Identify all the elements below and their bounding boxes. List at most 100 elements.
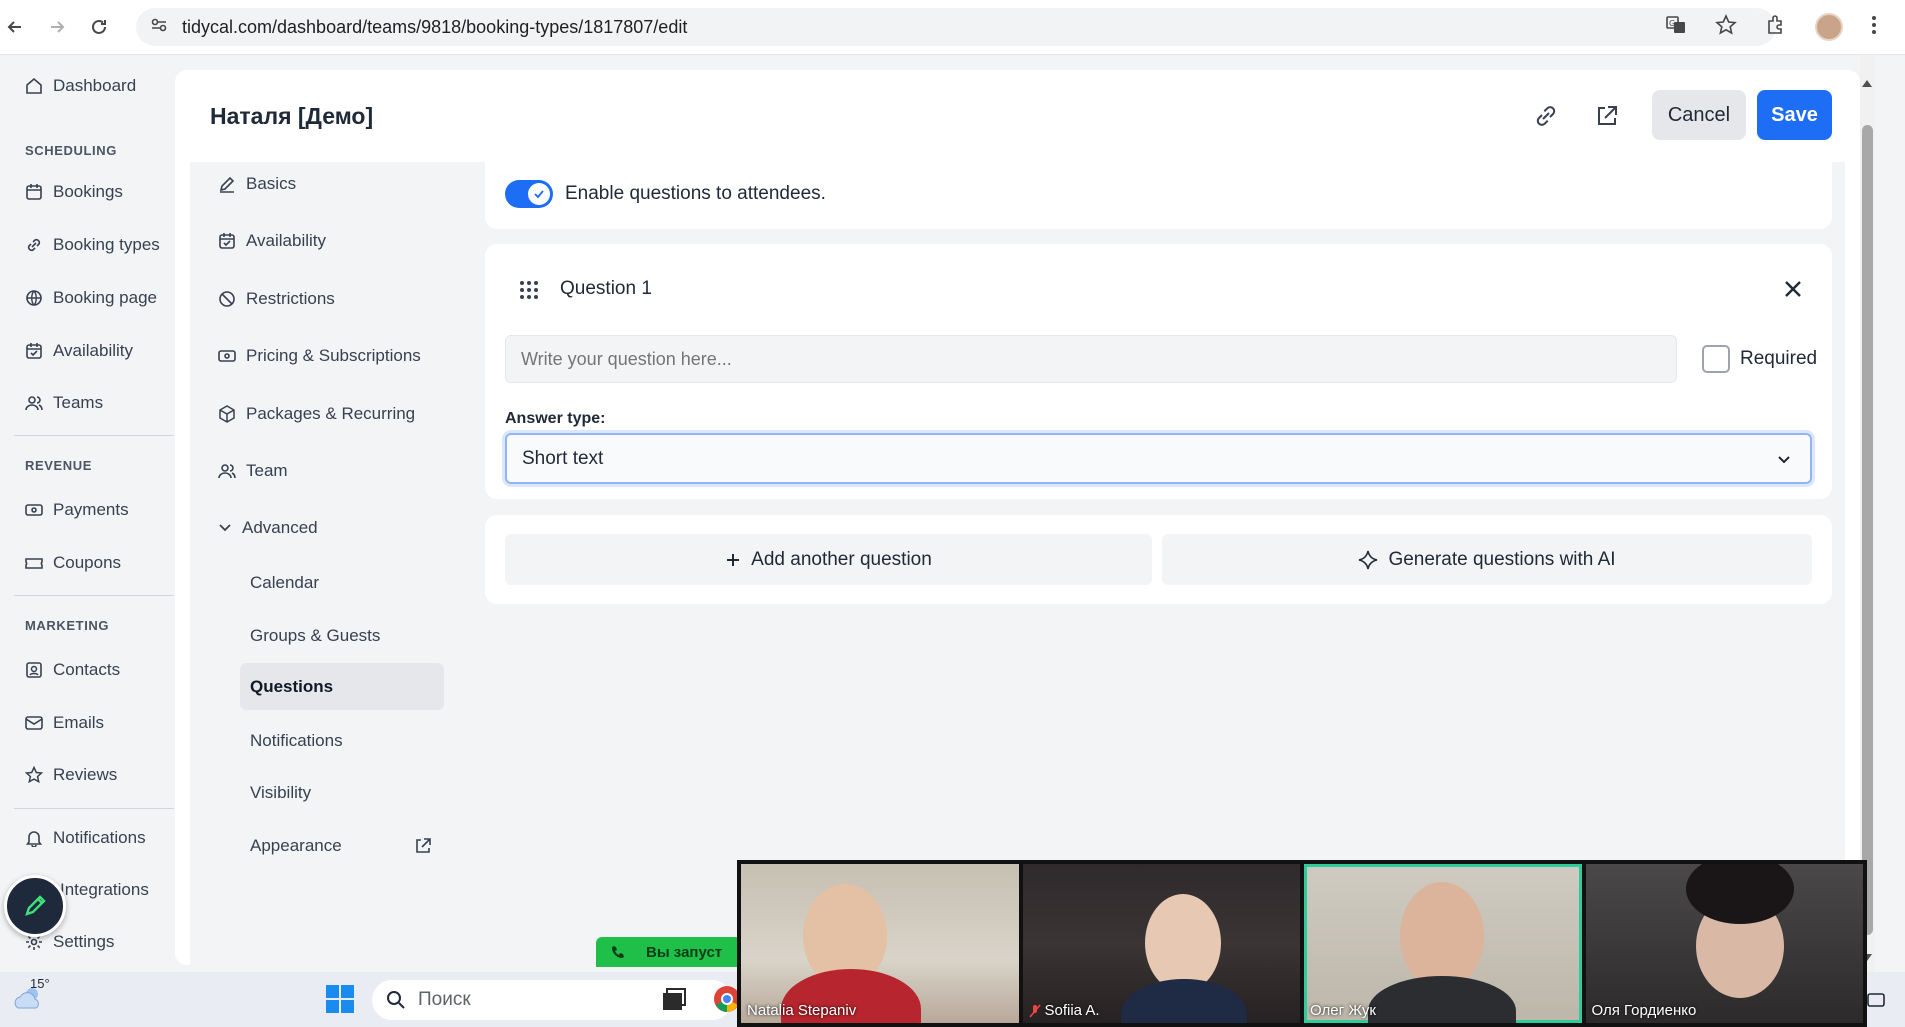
subnav-item-appearance[interactable]: Appearance [250, 831, 342, 861]
subnav-item-calendar[interactable]: Calendar [250, 568, 319, 598]
bookmark-star-icon[interactable] [1715, 13, 1737, 41]
subnav-item-team[interactable]: Team [218, 456, 288, 486]
copy-link-icon[interactable] [1528, 98, 1564, 134]
enable-questions-label: Enable questions to attendees. [565, 183, 826, 204]
sidebar-item-teams[interactable]: Teams [25, 388, 103, 418]
subnav-item-pricing[interactable]: Pricing & Subscriptions [218, 341, 421, 371]
star-icon [25, 766, 43, 784]
participant-hair [1685, 864, 1794, 924]
cancel-button[interactable]: Cancel [1652, 90, 1746, 140]
video-call-strip: Natalia Stepaniv Sofiia A. Олег Жук Оля … [737, 860, 1867, 1027]
mail-icon [25, 716, 43, 730]
video-tile[interactable]: Natalia Stepaniv [741, 864, 1019, 1023]
page-title: Наталя [Демо] [210, 102, 374, 129]
subnav-item-groups-guests[interactable]: Groups & Guests [250, 621, 380, 651]
required-checkbox[interactable] [1702, 345, 1730, 373]
enable-questions-toggle[interactable] [505, 180, 553, 208]
site-settings-icon[interactable] [150, 16, 168, 39]
sidebar-item-bookings[interactable]: Bookings [25, 177, 123, 207]
sidebar-divider [14, 435, 174, 436]
video-tile-active-speaker[interactable]: Олег Жук [1304, 864, 1582, 1023]
chevron-down-icon [1776, 452, 1792, 474]
globe-icon [26, 290, 42, 306]
question-text-input[interactable] [505, 335, 1677, 383]
svg-text:G: G [1669, 19, 1675, 28]
sidebar-divider [14, 595, 174, 596]
question-actions-card: Add another question Generate questions … [485, 515, 1832, 604]
subnav-advanced-toggle[interactable]: Advanced [218, 513, 318, 543]
annotate-pen-button[interactable] [4, 875, 66, 937]
forward-icon[interactable] [42, 12, 72, 42]
video-tile[interactable]: Sofiia A. [1022, 864, 1300, 1023]
participant-clothing [1368, 976, 1516, 1023]
sidebar-item-booking-types[interactable]: Booking types [25, 230, 160, 260]
bell-icon [25, 831, 43, 847]
sidebar-item-availability[interactable]: Availability [25, 336, 133, 366]
generate-ai-questions-button[interactable]: Generate questions with AI [1162, 534, 1812, 585]
browser-toolbar: tidycal.com/dashboard/teams/9818/booking… [0, 0, 1905, 55]
sparkle-icon [1359, 550, 1378, 569]
money-icon [218, 350, 236, 362]
subnav-item-packages[interactable]: Packages & Recurring [218, 399, 415, 429]
subnav-item-basics[interactable]: Basics [218, 169, 296, 199]
sidebar-item-payments[interactable]: Payments [25, 495, 129, 525]
open-external-icon[interactable] [1589, 98, 1625, 134]
windows-start-icon[interactable] [324, 983, 356, 1020]
weather-temperature: 15° [30, 976, 50, 991]
question-title: Question 1 [560, 278, 652, 299]
calendar-icon [26, 184, 42, 200]
taskbar-tray-icon[interactable] [1866, 990, 1886, 1015]
address-bar[interactable]: tidycal.com/dashboard/teams/9818/booking… [136, 8, 1776, 46]
home-icon [26, 77, 42, 94]
screen-share-banner[interactable]: Вы запуст [596, 937, 741, 967]
back-icon[interactable] [0, 12, 30, 42]
sidebar-item-notifications[interactable]: Notifications [25, 823, 146, 853]
sidebar-divider [14, 808, 174, 809]
subnav-item-availability[interactable]: Availability [218, 226, 326, 256]
page-scrollbar-thumb[interactable] [1862, 125, 1873, 935]
sidebar-item-booking-page[interactable]: Booking page [25, 283, 157, 313]
extensions-icon[interactable] [1765, 14, 1787, 41]
plus-icon [727, 553, 740, 566]
subnav-item-restrictions[interactable]: Restrictions [218, 284, 335, 314]
profile-avatar[interactable] [1815, 13, 1843, 41]
drag-handle-icon[interactable] [518, 279, 540, 306]
video-tile[interactable]: Оля Гордиенко [1585, 864, 1863, 1023]
subnav-item-questions[interactable]: Questions [250, 672, 333, 702]
chevron-down-icon [219, 524, 231, 532]
ticket-icon [25, 558, 43, 569]
external-link-icon[interactable] [414, 837, 432, 860]
taskbar-app-icon[interactable] [660, 986, 688, 1019]
participant-name: Олег Жук [1310, 1002, 1376, 1019]
answer-type-select[interactable]: Short text [505, 433, 1812, 484]
translate-icon[interactable]: G [1665, 14, 1687, 41]
link-icon [27, 238, 41, 252]
answer-type-label: Answer type: [505, 410, 606, 427]
reload-icon[interactable] [84, 12, 114, 42]
ban-icon [219, 291, 235, 307]
package-icon [219, 405, 235, 423]
question-card: Question 1 I Required Answer type: Short… [485, 244, 1832, 499]
mic-muted-icon [1028, 1003, 1041, 1018]
main-sidebar: Dashboard SCHEDULING Bookings Booking ty… [0, 55, 175, 972]
subnav-item-visibility[interactable]: Visibility [250, 778, 311, 808]
add-question-button[interactable]: Add another question [505, 534, 1152, 585]
more-menu-icon[interactable] [1871, 14, 1877, 41]
money-icon [25, 504, 43, 516]
sidebar-item-coupons[interactable]: Coupons [25, 548, 121, 578]
participant-name: Оля Гордиенко [1591, 1002, 1697, 1019]
enable-questions-card: Enable questions to attendees. [485, 162, 1832, 229]
sidebar-item-integrations[interactable]: Integrations [60, 875, 149, 905]
scroll-up-arrow-icon[interactable] [1861, 75, 1873, 93]
answer-type-value: Short text [522, 447, 604, 469]
remove-question-icon[interactable] [1782, 278, 1804, 305]
sidebar-item-emails[interactable]: Emails [25, 708, 104, 738]
sidebar-item-reviews[interactable]: Reviews [25, 760, 117, 790]
participant-face [1400, 882, 1484, 990]
modal-body: Basics Availability Restrictions Pricing… [190, 162, 1845, 965]
sidebar-item-dashboard[interactable]: Dashboard [25, 71, 136, 101]
sidebar-item-contacts[interactable]: Contacts [25, 655, 120, 685]
save-button[interactable]: Save [1757, 90, 1832, 140]
pen-icon [25, 895, 46, 916]
subnav-item-notifications[interactable]: Notifications [250, 726, 343, 756]
